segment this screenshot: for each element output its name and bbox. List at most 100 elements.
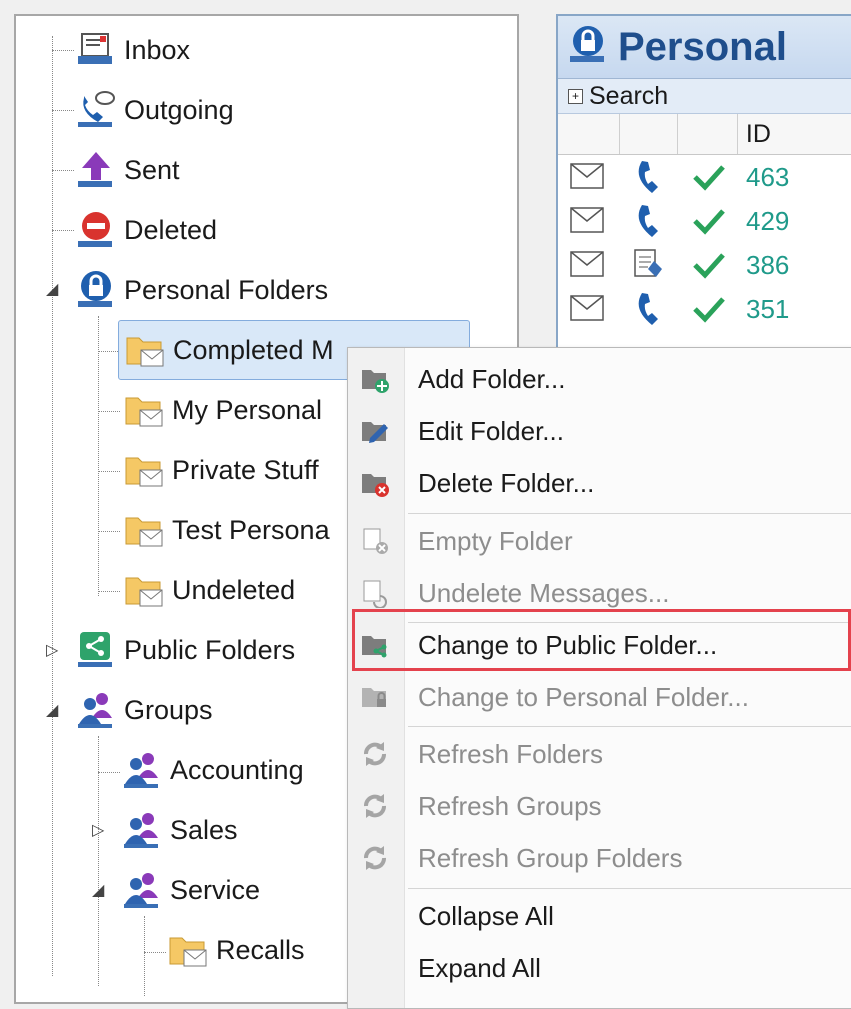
tree-connector: [52, 170, 74, 171]
check-icon: [692, 207, 726, 240]
collapse-arrow-icon[interactable]: ◢: [46, 279, 58, 299]
menu-item-label: Expand All: [418, 952, 541, 983]
check-icon: [692, 295, 726, 328]
tree-connector: [98, 411, 120, 412]
tree-item-undeleted[interactable]: Undeleted: [122, 566, 295, 614]
collapse-arrow-icon[interactable]: ◢: [92, 880, 104, 900]
tree-item-my-personal[interactable]: My Personal: [122, 386, 322, 434]
check-icon: [692, 251, 726, 284]
menu-item-label: Refresh Group Folders: [418, 842, 683, 873]
menu-item-undelete-messages[interactable]: Undelete Messages...: [348, 568, 851, 618]
message-id: 429: [746, 205, 790, 236]
column-header-mail[interactable]: [558, 114, 620, 154]
tree-item-label: Private Stuff: [172, 454, 319, 485]
personal-folder-icon: [360, 682, 390, 712]
lock-icon: [566, 23, 610, 72]
tree-item-outgoing[interactable]: Outgoing: [74, 86, 234, 134]
expand-arrow-icon[interactable]: ▷: [46, 640, 58, 660]
tree-item-sent[interactable]: Sent: [74, 146, 180, 194]
sent-arrow-icon: [74, 148, 118, 192]
tree-item-label: My Personal: [172, 394, 323, 425]
menu-item-label: Empty Folder: [418, 525, 573, 556]
menu-item-refresh-group-folders[interactable]: Refresh Group Folders: [348, 833, 851, 883]
tree-item-label: Deleted: [124, 214, 218, 245]
tree-connector: [98, 531, 120, 532]
menu-item-label: Collapse All: [418, 900, 554, 931]
collapse-arrow-icon[interactable]: ◢: [46, 700, 58, 720]
note-icon: [632, 247, 666, 288]
menu-item-collapse-all[interactable]: Collapse All: [348, 891, 851, 941]
menu-item-label: Refresh Groups: [418, 790, 602, 821]
menu-item-label: Edit Folder...: [418, 415, 564, 446]
menu-item-delete-folder[interactable]: Delete Folder...: [348, 458, 851, 508]
table-row[interactable]: 386: [558, 243, 851, 287]
expand-plus-icon[interactable]: +: [568, 88, 583, 104]
tree-item-label: Sent: [124, 154, 180, 185]
tree-item-sales[interactable]: Sales: [120, 806, 238, 854]
menu-item-label: Change to Public Folder...: [418, 629, 718, 660]
tree-item-inbox[interactable]: Inbox: [74, 26, 190, 74]
folder-mail-icon: [122, 448, 166, 492]
phone-icon: [634, 291, 664, 332]
public-folder-icon: [360, 630, 390, 660]
tree-item-personal-folders[interactable]: Personal Folders: [74, 266, 328, 314]
search-toggle[interactable]: + Search: [558, 79, 851, 114]
tree-item-label: Recalls: [216, 934, 305, 965]
tree-item-recalls[interactable]: Recalls: [166, 926, 305, 974]
tree-item-label: Service: [170, 874, 261, 905]
envelope-icon: [570, 251, 604, 282]
menu-item-label: Undelete Messages...: [418, 577, 670, 608]
menu-item-refresh-folders[interactable]: Refresh Folders: [348, 729, 851, 779]
table-row[interactable]: 463: [558, 155, 851, 199]
envelope-icon: [570, 295, 604, 326]
tree-connector: [52, 230, 74, 231]
tree-item-accounting[interactable]: Accounting: [120, 746, 304, 794]
tree-item-label: Personal Folders: [124, 274, 329, 305]
folder-mail-icon: [122, 388, 166, 432]
column-header-id[interactable]: ID: [738, 114, 851, 154]
tree-connector: [98, 316, 99, 596]
tree-item-private-stuff[interactable]: Private Stuff: [122, 446, 319, 494]
table-row[interactable]: 429: [558, 199, 851, 243]
menu-separator: [408, 726, 851, 727]
menu-item-edit-folder[interactable]: Edit Folder...: [348, 406, 851, 456]
tree-item-test-personal[interactable]: Test Persona: [122, 506, 330, 554]
menu-item-add-folder[interactable]: Add Folder...: [348, 354, 851, 404]
tree-connector: [98, 351, 120, 352]
envelope-icon: [570, 207, 604, 238]
menu-item-expand-all[interactable]: Expand All: [348, 943, 851, 993]
table-row[interactable]: 351: [558, 287, 851, 331]
tree-item-service[interactable]: Service: [120, 866, 260, 914]
tree-item-groups[interactable]: Groups: [74, 686, 213, 734]
tree-connector: [98, 471, 120, 472]
message-id: 386: [746, 249, 790, 280]
menu-item-label: Delete Folder...: [418, 467, 595, 498]
menu-item-change-to-personal[interactable]: Change to Personal Folder...: [348, 672, 851, 722]
tree-connector: [52, 36, 53, 976]
expand-arrow-icon[interactable]: ▷: [92, 820, 104, 840]
menu-item-change-to-public[interactable]: Change to Public Folder...: [348, 620, 851, 670]
tree-connector: [52, 50, 74, 51]
phone-icon: [634, 203, 664, 244]
tree-item-public-folders[interactable]: Public Folders: [74, 626, 295, 674]
group-icon: [120, 748, 164, 792]
outgoing-phone-icon: [74, 88, 118, 132]
phone-icon: [634, 159, 664, 200]
refresh-icon: [360, 791, 390, 821]
column-header-type[interactable]: [620, 114, 678, 154]
tree-item-label: Completed M: [173, 334, 334, 365]
panel-header: Personal: [558, 16, 851, 79]
menu-item-label: Add Folder...: [418, 363, 566, 394]
tree-item-deleted[interactable]: Deleted: [74, 206, 217, 254]
menu-item-label: Refresh Folders: [418, 738, 603, 769]
column-header-status[interactable]: [678, 114, 738, 154]
menu-item-refresh-groups[interactable]: Refresh Groups: [348, 781, 851, 831]
refresh-icon: [360, 843, 390, 873]
tree-connector: [52, 110, 74, 111]
tree-connector: [144, 952, 166, 953]
menu-separator: [408, 888, 851, 889]
tree-connector: [98, 772, 120, 773]
group-icon: [120, 808, 164, 852]
add-folder-icon: [360, 364, 390, 394]
menu-item-empty-folder[interactable]: Empty Folder: [348, 516, 851, 566]
